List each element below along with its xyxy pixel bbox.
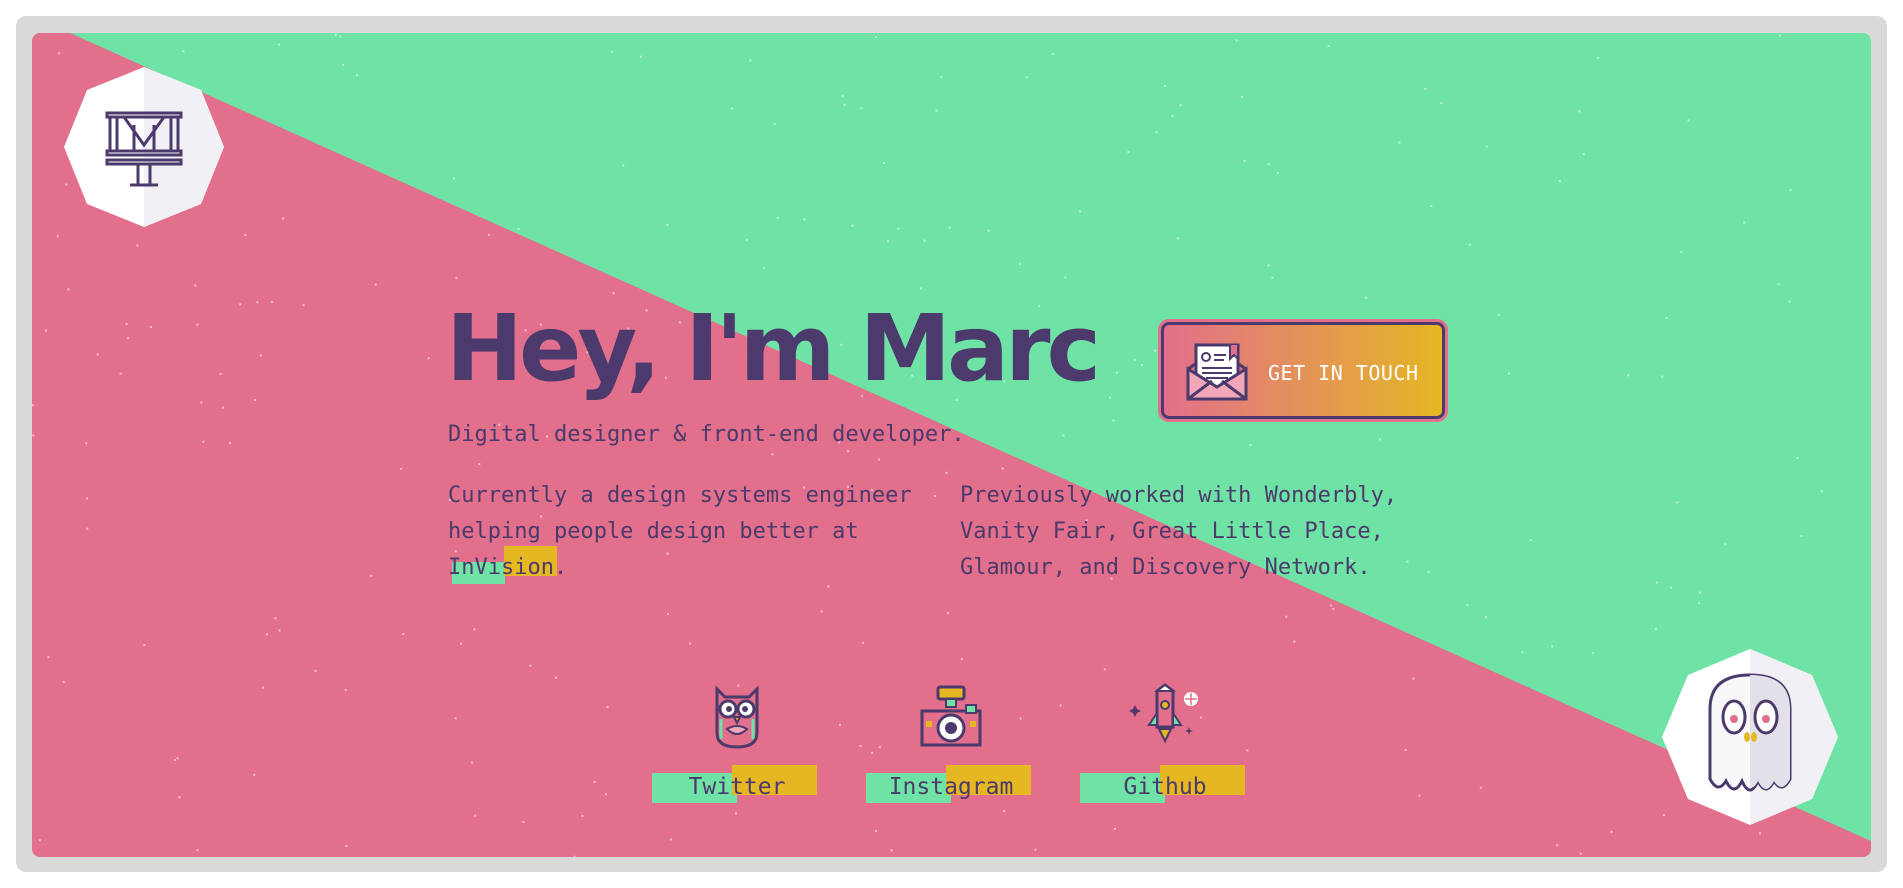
mt-monogram-icon xyxy=(64,67,224,227)
get-in-touch-label: GET IN TOUCH xyxy=(1268,361,1419,385)
camera-icon xyxy=(920,685,982,747)
intro-current: Currently a design systems engineer help… xyxy=(448,478,948,586)
twitter-label: Twitter xyxy=(688,774,786,800)
owl-icon xyxy=(715,685,759,749)
github-link[interactable]: Github xyxy=(1080,683,1250,803)
intro-current-text: Currently a design systems engineer help… xyxy=(448,483,912,544)
invision-link[interactable]: InVision xyxy=(448,546,557,586)
hero-title: Hey, I'm Marc xyxy=(446,295,1101,402)
hero-subtitle: Digital designer & front-end developer. xyxy=(448,422,965,447)
twitter-link[interactable]: Twitter xyxy=(652,683,822,803)
mascot-badge xyxy=(1662,649,1838,825)
envelope-letter-icon xyxy=(1186,343,1248,401)
intro-previous: Previously worked with Wonderbly, Vanity… xyxy=(960,483,1398,580)
intro-current-suffix: . xyxy=(553,555,568,580)
ghost-skull-icon xyxy=(1662,649,1838,825)
github-label: Github xyxy=(1123,774,1207,800)
instagram-label: Instagram xyxy=(888,774,1014,800)
rocket-icon xyxy=(1129,683,1200,744)
logo-badge[interactable] xyxy=(64,67,224,227)
instagram-link[interactable]: Instagram xyxy=(866,683,1036,803)
get-in-touch-button[interactable]: GET IN TOUCH xyxy=(1161,322,1445,419)
